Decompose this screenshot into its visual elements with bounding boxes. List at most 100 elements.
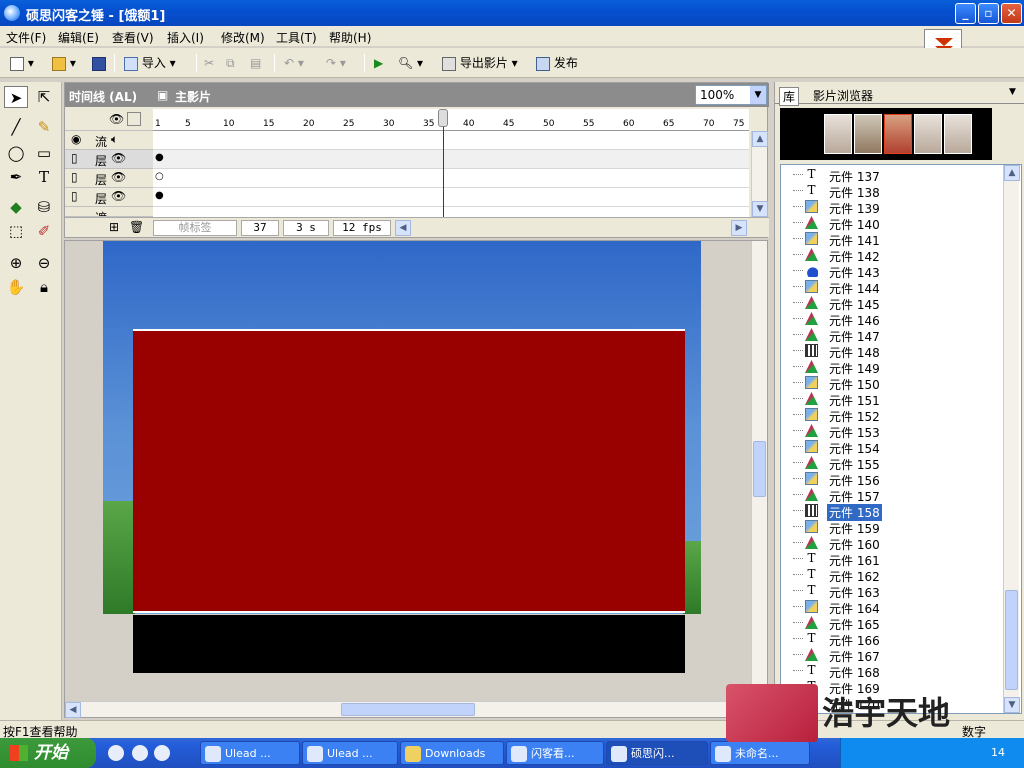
import-button[interactable]: 导入 ▾ (124, 54, 176, 72)
scroll-thumb[interactable] (753, 441, 766, 497)
quicklaunch-icon[interactable] (108, 745, 124, 761)
scroll-left-icon[interactable]: ◀ (395, 220, 411, 236)
frame-label-field[interactable]: 帧标签 (153, 220, 237, 236)
menu-insert[interactable]: 插入(I) (167, 29, 204, 46)
library-item[interactable]: 元件 165 (781, 615, 1007, 632)
arrow-tool-icon[interactable]: ➤ (4, 86, 28, 108)
eye-icon[interactable]: 👁︎ (111, 151, 126, 165)
library-item[interactable]: 元件 164 (781, 599, 1007, 616)
rectangle-tool-icon[interactable]: ▭ (32, 142, 56, 164)
menu-tools[interactable]: 工具(T) (276, 29, 317, 46)
play-icon[interactable]: ▶ (374, 54, 383, 72)
library-item[interactable]: 元件 151 (781, 391, 1007, 408)
library-item[interactable]: 元件 140 (781, 215, 1007, 232)
scene-name[interactable]: 主影片 (175, 88, 211, 105)
library-item[interactable]: 元件 167 (781, 647, 1007, 664)
redo-icon[interactable]: ↷ ▾ (326, 54, 346, 72)
task-flash-viewer[interactable]: 闪客看... (506, 741, 604, 765)
zoom-select[interactable]: 100% ▼ (695, 85, 767, 105)
frame-grid[interactable]: ● ○ ● (153, 131, 749, 217)
stage-area[interactable]: ◀ ▶ (64, 240, 768, 718)
library-item[interactable]: 元件 142 (781, 247, 1007, 264)
library-item[interactable]: 元件 155 (781, 455, 1007, 472)
menu-edit[interactable]: 编辑(E) (58, 29, 99, 46)
zoom-out-icon[interactable]: ⊖ (32, 252, 56, 274)
playhead-handle[interactable] (438, 109, 448, 127)
task-sothink[interactable]: 硕思闪... (606, 741, 708, 765)
stage-vscroll[interactable] (751, 241, 767, 701)
paint-bucket-icon[interactable]: ⛁ (32, 196, 56, 218)
zoom-in-icon[interactable]: ⊕ (4, 252, 28, 274)
frame-row[interactable]: ● (153, 150, 749, 169)
layer-row[interactable]: ◉ 流 🔈︎ (65, 131, 153, 150)
publish-button[interactable]: 发布 (536, 54, 578, 72)
library-item[interactable]: T 元件 168 (781, 663, 1007, 680)
text-tool-icon[interactable]: T (32, 166, 56, 188)
timeline-vscroll[interactable]: ▲ ▼ (751, 131, 768, 217)
library-item[interactable]: 元件 160 (781, 535, 1007, 552)
library-item[interactable]: T 元件 162 (781, 567, 1007, 584)
close-button[interactable]: ✕ (1001, 3, 1022, 24)
eye-icon[interactable]: 👁︎ (111, 189, 126, 203)
library-item[interactable]: 元件 147 (781, 327, 1007, 344)
library-item[interactable]: T 元件 138 (781, 183, 1007, 200)
tab-movie-explorer[interactable]: 影片浏览器 (813, 87, 873, 104)
library-item[interactable]: 元件 149 (781, 359, 1007, 376)
library-item[interactable]: 元件 144 (781, 279, 1007, 296)
scroll-right-icon[interactable]: ▶ (731, 220, 747, 236)
task-downloads[interactable]: Downloads (400, 741, 504, 765)
library-item[interactable]: T 元件 166 (781, 631, 1007, 648)
layer-row[interactable]: ▯ 层 👁︎ (65, 150, 153, 169)
library-item[interactable]: 元件 146 (781, 311, 1007, 328)
eye-icon[interactable]: 👁︎ (109, 112, 124, 126)
library-item[interactable]: 元件 154 (781, 439, 1007, 456)
stage-hscroll[interactable]: ◀ ▶ (65, 701, 751, 718)
scroll-up-icon[interactable]: ▲ (752, 131, 768, 147)
library-item[interactable]: 元件 156 (781, 471, 1007, 488)
frame-ruler[interactable]: 1 5 10 15 20 25 30 35 40 45 50 55 60 65 … (153, 109, 749, 131)
scroll-thumb[interactable] (1005, 590, 1018, 690)
new-file-icon[interactable]: ▾ (10, 54, 34, 72)
scroll-thumb[interactable] (341, 703, 475, 716)
cut-icon[interactable]: ✂ (204, 54, 214, 72)
library-item[interactable]: T 元件 161 (781, 551, 1007, 568)
chevron-down-icon[interactable]: ▼ (750, 86, 766, 104)
preview-icon[interactable]: 🔍︎ ▾ (398, 54, 423, 72)
ie-icon[interactable] (132, 745, 148, 761)
library-item[interactable]: 元件 145 (781, 295, 1007, 312)
library-item[interactable]: 元件 150 (781, 375, 1007, 392)
library-item[interactable]: 元件 148 (781, 343, 1007, 360)
library-list[interactable]: T 元件 137 T 元件 138 元件 139 元件 140 元件 141 元件 142 元件… (780, 164, 1022, 714)
library-item[interactable]: T 元件 163 (781, 583, 1007, 600)
task-untitled[interactable]: 未命名... (710, 741, 810, 765)
frame-row[interactable]: ○ (153, 169, 749, 188)
maximize-button[interactable]: ▫ (978, 3, 999, 24)
quicklaunch-icon[interactable] (154, 745, 170, 761)
menu-file[interactable]: 文件(F) (6, 29, 46, 46)
pen-tool-icon[interactable]: ✒ (4, 166, 28, 188)
trash-icon[interactable]: 🗑︎ (129, 220, 144, 234)
library-item[interactable]: 元件 141 (781, 231, 1007, 248)
pencil-tool-icon[interactable]: ✎ (32, 116, 56, 138)
save-icon[interactable] (92, 54, 106, 72)
ink-bottle-icon[interactable]: ◆ (4, 196, 28, 218)
subselect-tool-icon[interactable]: ⇱ (32, 86, 56, 108)
lock-column-icon[interactable] (127, 112, 141, 126)
oval-tool-icon[interactable]: ◯ (4, 142, 28, 164)
app-icon[interactable] (4, 5, 20, 21)
eye-icon[interactable]: 👁︎ (111, 170, 126, 184)
hand-tool-icon[interactable]: ✋ (4, 276, 28, 298)
library-item[interactable]: T 元件 137 (781, 167, 1007, 184)
open-folder-icon[interactable]: ▾ (52, 54, 76, 72)
layer-row[interactable]: ▯ 层 👁︎ (65, 169, 153, 188)
start-button[interactable]: 开始 (0, 738, 96, 768)
lock-icon[interactable]: 🔒︎ (32, 276, 56, 298)
library-item[interactable]: 元件 157 (781, 487, 1007, 504)
add-layer-icon[interactable]: ⊞ (109, 220, 119, 234)
line-tool-icon[interactable]: ╱ (4, 116, 28, 138)
menu-help[interactable]: 帮助(H) (329, 29, 371, 46)
red-rectangle[interactable] (133, 329, 685, 613)
frame-row[interactable] (153, 131, 749, 150)
library-item[interactable]: 元件 139 (781, 199, 1007, 216)
menu-view[interactable]: 查看(V) (112, 29, 154, 46)
